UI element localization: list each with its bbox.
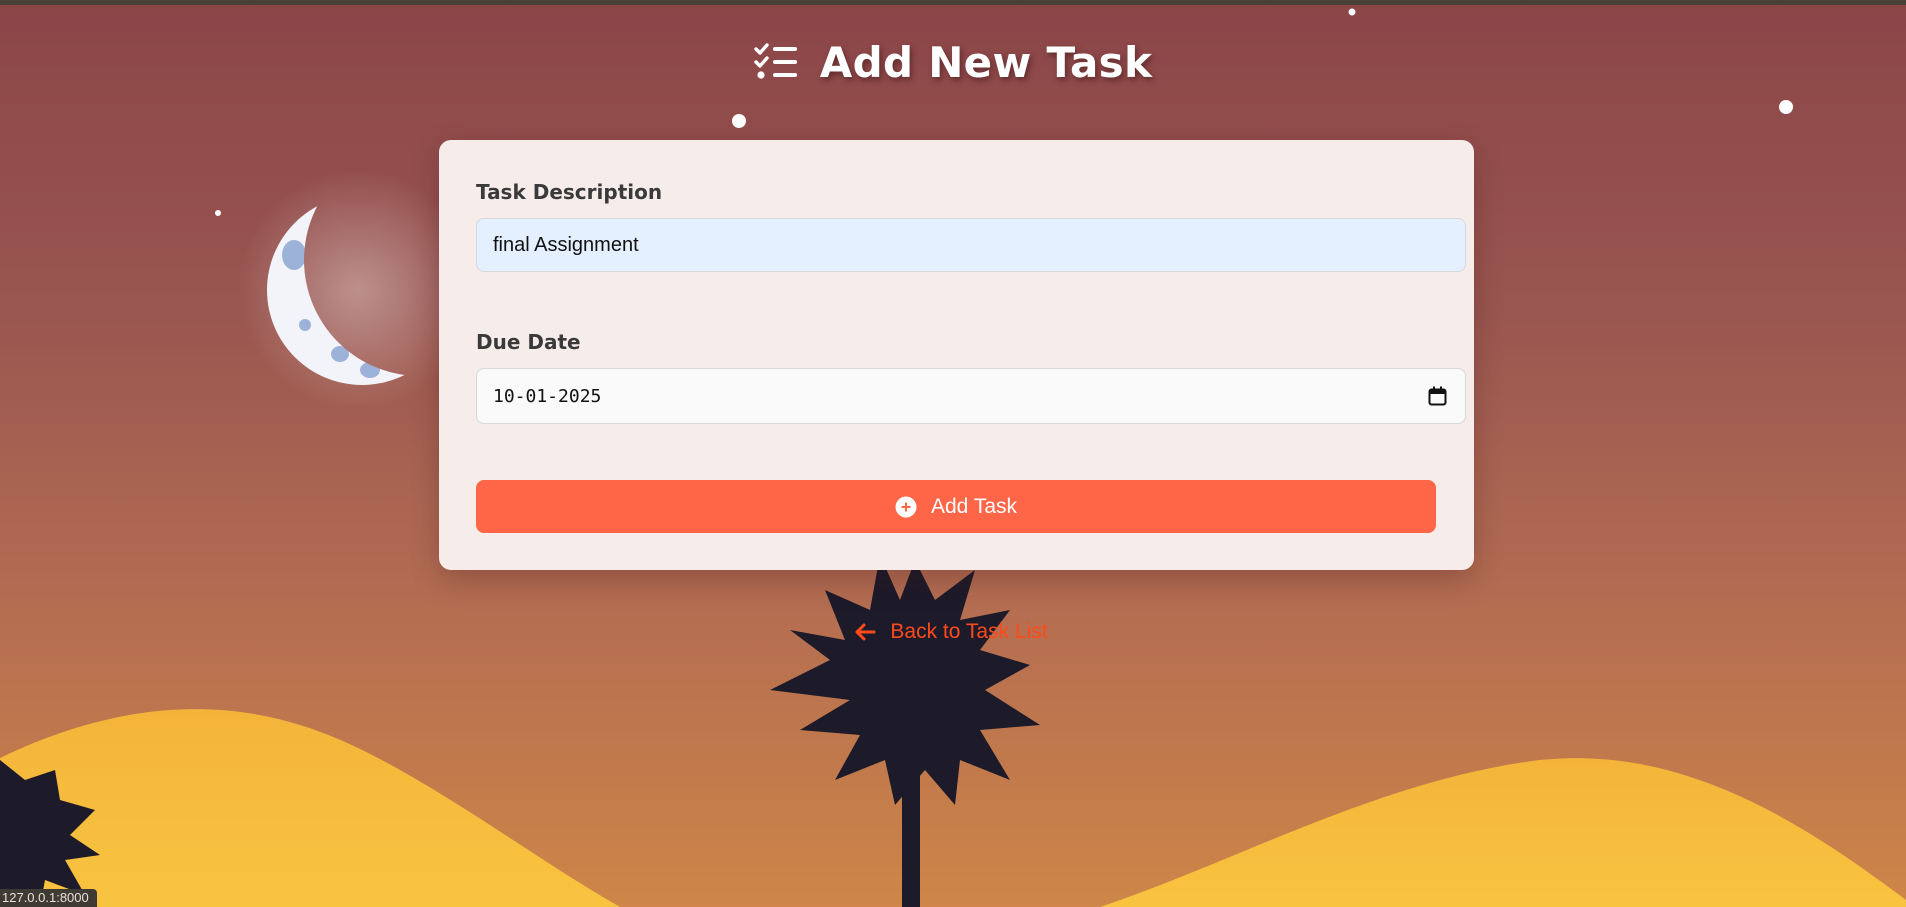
add-task-button-label: Add Task <box>931 494 1017 518</box>
due-date-label: Due Date <box>476 330 581 354</box>
arrow-left-icon <box>855 623 876 641</box>
palm-tree <box>770 545 1040 907</box>
task-description-label: Task Description <box>476 180 663 204</box>
task-description-value: final Assignment <box>493 233 639 256</box>
page-title: Add New Task <box>819 37 1153 87</box>
page-header: Add New Task <box>0 34 1906 90</box>
due-date-input[interactable]: 10-01-2025 <box>476 368 1466 424</box>
task-list-icon <box>754 43 797 79</box>
add-task-form: Task Description final Assignment Due Da… <box>439 140 1474 570</box>
add-task-button[interactable]: Add Task <box>476 480 1436 533</box>
calendar-icon[interactable] <box>1428 386 1447 406</box>
back-to-task-list-link[interactable]: Back to Task List <box>0 620 1904 644</box>
plus-circle-icon <box>895 496 917 517</box>
back-link-label: Back to Task List <box>890 620 1048 643</box>
due-date-value: 10-01-2025 <box>493 385 602 407</box>
status-bar-url: 127.0.0.1:8000 <box>0 889 97 907</box>
task-description-input[interactable]: final Assignment <box>476 218 1466 272</box>
